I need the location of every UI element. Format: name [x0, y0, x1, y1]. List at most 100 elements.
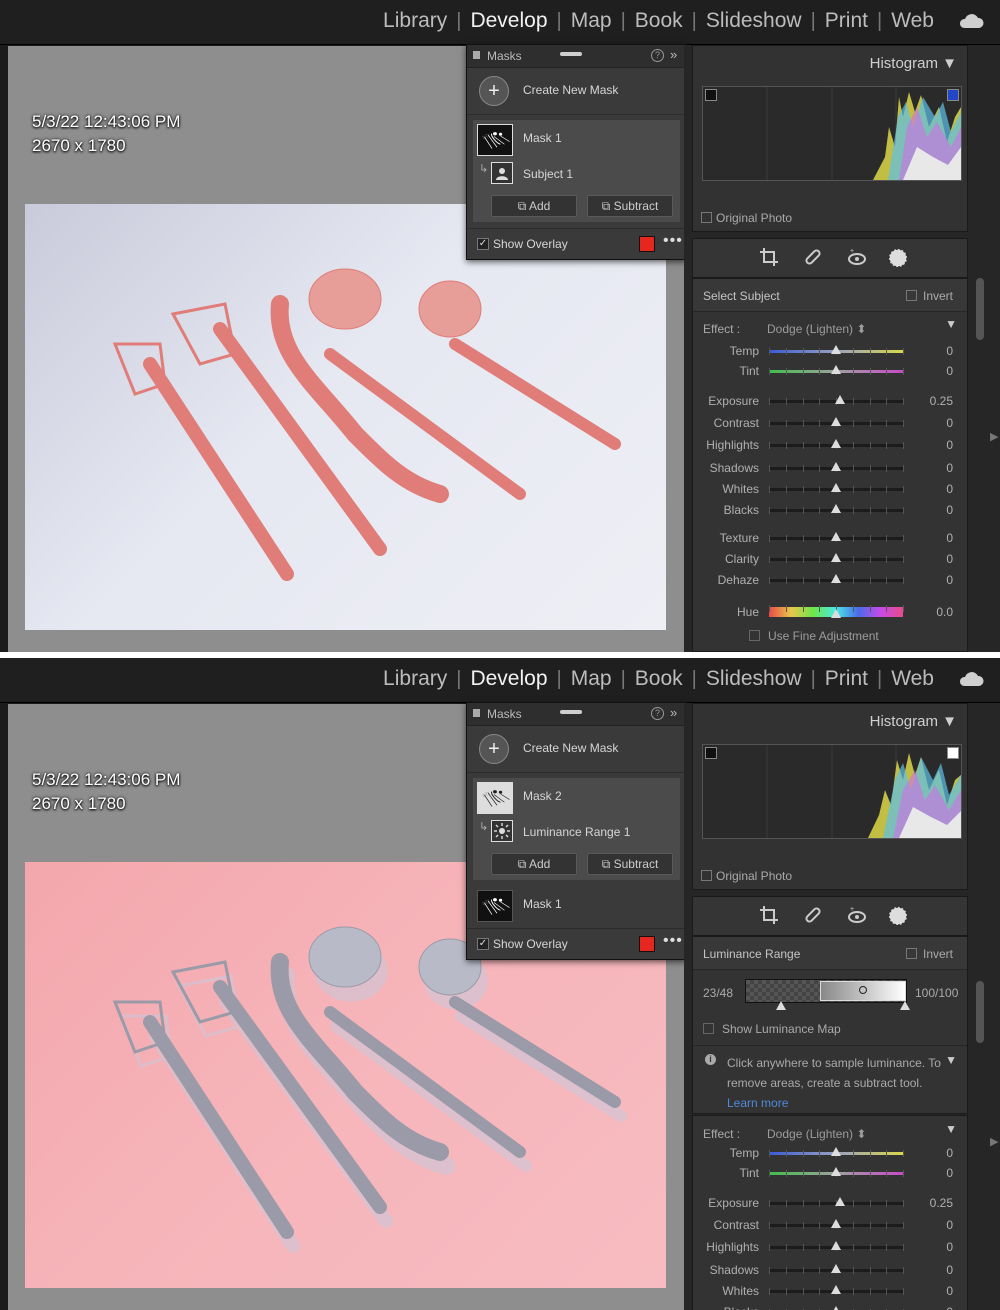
photo-image[interactable] — [25, 204, 666, 630]
crop-icon[interactable] — [759, 905, 779, 925]
highlight-clipping-indicator[interactable] — [947, 89, 959, 101]
subtract-component-button[interactable]: ⧉ Subtract — [587, 195, 673, 217]
slider-row-contrast[interactable]: Contrast 0 — [693, 413, 967, 433]
slider-row-tint[interactable]: Tint 0 — [693, 361, 967, 381]
create-new-mask-button[interactable]: + Create New Mask — [467, 726, 686, 773]
slider-row-blacks[interactable]: Blacks 0 — [693, 1302, 967, 1310]
clarity-slider-thumb[interactable] — [831, 553, 841, 562]
module-slideshow[interactable]: Slideshow — [706, 667, 802, 691]
shadows-slider-thumb[interactable] — [831, 462, 841, 471]
module-develop[interactable]: Develop — [470, 9, 547, 33]
module-print[interactable]: Print — [825, 9, 868, 33]
exposure-slider-track[interactable] — [769, 1197, 904, 1207]
contrast-slider-track[interactable] — [769, 417, 904, 427]
original-photo-checkbox[interactable] — [701, 870, 712, 881]
red-eye-icon[interactable]: + — [847, 247, 867, 267]
original-photo-toggle[interactable]: Original Photo — [701, 869, 792, 883]
dehaze-slider-track[interactable] — [769, 574, 904, 584]
collapse-triangle-icon[interactable]: ▼ — [945, 1122, 957, 1136]
fine-adjust-checkbox[interactable] — [749, 630, 760, 641]
slider-row-temp[interactable]: Temp 0 — [693, 1143, 967, 1163]
slider-row-exposure[interactable]: Exposure 0.25 — [693, 391, 967, 411]
module-library[interactable]: Library — [383, 9, 447, 33]
slider-row-temp[interactable]: Temp 0 — [693, 341, 967, 361]
module-web[interactable]: Web — [891, 667, 934, 691]
slider-value[interactable]: 0 — [946, 1146, 953, 1160]
slider-value[interactable]: 0 — [946, 461, 953, 475]
whites-slider-track[interactable] — [769, 483, 904, 493]
learn-more-link[interactable]: Learn more — [727, 1093, 941, 1113]
module-book[interactable]: Book — [635, 667, 683, 691]
temp-slider-track[interactable] — [769, 1147, 904, 1157]
effect-dropdown[interactable]: Dodge (Lighten) ⬍ — [767, 322, 866, 336]
red-eye-icon[interactable]: + — [847, 905, 867, 925]
effect-preset-row[interactable]: Effect : Dodge (Lighten) ⬍ — [703, 322, 866, 336]
slider-row-tint[interactable]: Tint 0 — [693, 1163, 967, 1183]
show-overlay-checkbox[interactable]: ✓ — [477, 938, 489, 950]
histogram-title[interactable]: Histogram ▼ — [870, 713, 957, 730]
clarity-slider-track[interactable] — [769, 553, 904, 563]
whites-slider-track[interactable] — [769, 1285, 904, 1295]
range-falloff-low-handle[interactable] — [776, 1001, 786, 1010]
collapse-chevron-icon[interactable]: » — [670, 705, 677, 720]
shadows-slider-track[interactable] — [769, 1264, 904, 1274]
slider-value[interactable]: 0 — [946, 1284, 953, 1298]
add-component-button[interactable]: ⧉ Add — [491, 853, 577, 875]
original-photo-checkbox[interactable] — [701, 212, 712, 223]
module-web[interactable]: Web — [891, 9, 934, 33]
contrast-slider-thumb[interactable] — [831, 1219, 841, 1228]
slider-value[interactable]: 0 — [946, 1218, 953, 1232]
slider-row-texture[interactable]: Texture 0 — [693, 528, 967, 548]
slider-value[interactable]: 0 — [946, 1263, 953, 1277]
slider-row-shadows[interactable]: Shadows 0 — [693, 458, 967, 478]
highlights-slider-thumb[interactable] — [831, 439, 841, 448]
slider-row-contrast[interactable]: Contrast 0 — [693, 1215, 967, 1235]
effect-dropdown[interactable]: Dodge (Lighten) ⬍ — [767, 1127, 866, 1141]
mask-component[interactable]: ↳ Luminance Range 1 — [473, 814, 680, 850]
temp-slider-track[interactable] — [769, 345, 904, 355]
range-center-handle[interactable] — [859, 986, 867, 994]
crop-icon[interactable] — [759, 247, 779, 267]
original-photo-toggle[interactable]: Original Photo — [701, 211, 792, 225]
contrast-slider-thumb[interactable] — [831, 417, 841, 426]
create-new-mask-button[interactable]: + Create New Mask — [467, 68, 686, 115]
cloud-icon[interactable] — [958, 671, 984, 687]
invert-checkbox[interactable] — [905, 948, 917, 959]
slider-value[interactable]: 0.0 — [936, 605, 953, 619]
slider-row-exposure[interactable]: Exposure 0.25 — [693, 1193, 967, 1213]
tint-slider-track[interactable] — [769, 1167, 904, 1177]
panel-scrollbar[interactable] — [976, 981, 984, 1043]
slider-value[interactable]: 0 — [946, 1166, 953, 1180]
healing-bandage-icon[interactable] — [803, 905, 823, 925]
texture-slider-thumb[interactable] — [831, 532, 841, 541]
masking-icon[interactable] — [887, 247, 909, 269]
module-slideshow[interactable]: Slideshow — [706, 9, 802, 33]
add-component-button[interactable]: ⧉ Add — [491, 195, 577, 217]
blacks-slider-thumb[interactable] — [831, 504, 841, 513]
shadow-clipping-indicator[interactable] — [705, 747, 717, 759]
slider-value[interactable]: 0 — [946, 552, 953, 566]
temp-slider-thumb[interactable] — [831, 345, 841, 354]
slider-row-blacks[interactable]: Blacks 0 — [693, 500, 967, 520]
shadows-slider-track[interactable] — [769, 462, 904, 472]
slider-value[interactable]: 0 — [946, 1240, 953, 1254]
collapse-triangle-icon[interactable]: ▼ — [945, 1053, 957, 1067]
healing-bandage-icon[interactable] — [803, 247, 823, 267]
slider-row-hue[interactable]: Hue 0.0 — [693, 602, 967, 622]
luminance-range-bar[interactable] — [745, 979, 910, 1010]
masks-panel-header[interactable]: Masks ? » — [467, 45, 686, 68]
slider-value[interactable]: 0 — [946, 416, 953, 430]
dock-icon[interactable] — [473, 709, 480, 717]
blacks-slider-thumb[interactable] — [831, 1306, 841, 1310]
texture-slider-track[interactable] — [769, 532, 904, 542]
collapse-chevron-icon[interactable]: » — [670, 47, 677, 62]
slider-row-dehaze[interactable]: Dehaze 0 — [693, 570, 967, 590]
more-options-icon[interactable]: ••• — [663, 932, 683, 950]
effect-preset-row[interactable]: Effect : Dodge (Lighten) ⬍ — [703, 1127, 866, 1141]
whites-slider-thumb[interactable] — [831, 1285, 841, 1294]
slider-value[interactable]: 0 — [946, 503, 953, 517]
subtract-component-button[interactable]: ⧉ Subtract — [587, 853, 673, 875]
cloud-icon[interactable] — [958, 13, 984, 29]
help-icon[interactable]: ? — [651, 707, 664, 720]
invert-toggle[interactable]: Invert — [905, 947, 953, 961]
